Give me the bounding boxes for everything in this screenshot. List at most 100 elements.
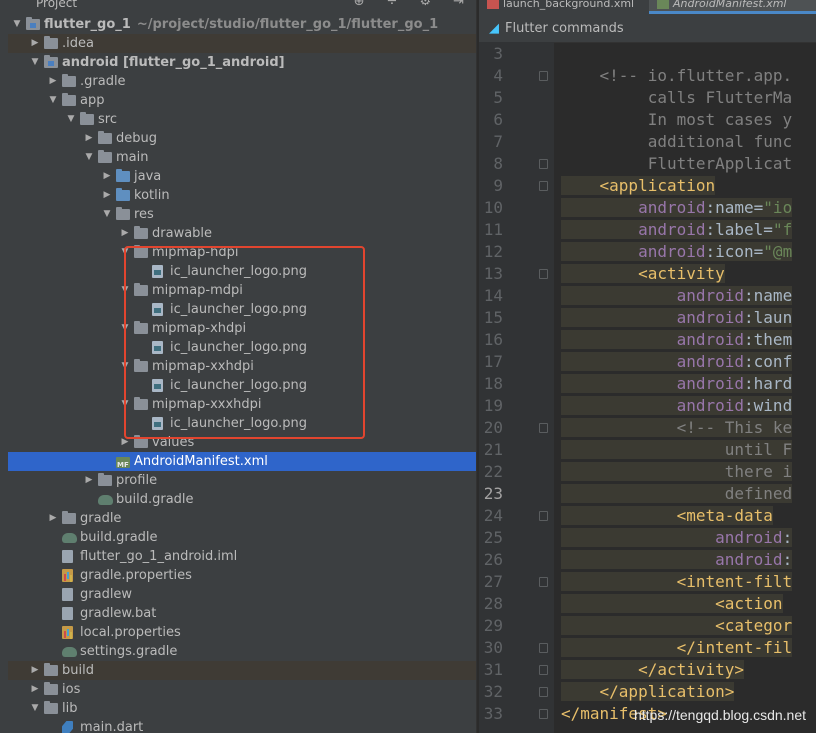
tree-file-flutter-go-1-android-iml[interactable]: flutter_go_1_android.iml [8, 547, 476, 566]
code-line[interactable]: 13 <activity [479, 263, 816, 285]
chevron-right-icon[interactable]: ▶ [48, 509, 58, 528]
chevron-right-icon[interactable]: ▶ [120, 224, 130, 243]
fold-marker-icon[interactable] [539, 181, 548, 191]
chevron-right-icon[interactable]: ▶ [84, 471, 94, 490]
chevron-right-icon[interactable]: ▶ [30, 661, 40, 680]
flutter-commands-bar[interactable]: ◢ Flutter commands [479, 14, 816, 43]
fold-marker-icon[interactable] [539, 71, 548, 81]
code-line[interactable]: 25 android: [479, 527, 816, 549]
text-file-icon [62, 607, 73, 620]
tree-folder-debug[interactable]: ▶ debug [8, 129, 476, 148]
code-line[interactable]: 31 </activity> [479, 659, 816, 681]
code-line[interactable]: 26 android: [479, 549, 816, 571]
code-line[interactable]: 19 android:wind [479, 395, 816, 417]
code-token: FlutterApplicat [561, 154, 793, 173]
code-line[interactable]: 12 android:icon="@m [479, 241, 816, 263]
fold-marker-icon[interactable] [539, 577, 548, 587]
code-line[interactable]: 4 <!-- io.flutter.app. [479, 65, 816, 87]
project-panel-title[interactable]: Project [36, 0, 77, 10]
collapse-icon[interactable]: ÷ [387, 0, 398, 9]
tree-folder-java[interactable]: ▶ java [8, 167, 476, 186]
code-line[interactable]: 23 defined [479, 483, 816, 505]
chevron-down-icon[interactable]: ▼ [30, 699, 40, 718]
fold-marker-icon[interactable] [539, 423, 548, 433]
code-line[interactable]: 28 <action [479, 593, 816, 615]
tree-folder-ios[interactable]: ▶ ios [8, 680, 476, 699]
code-line[interactable]: 21 until F [479, 439, 816, 461]
tree-folder-kotlin[interactable]: ▶ kotlin [8, 186, 476, 205]
chevron-right-icon[interactable]: ▶ [102, 167, 112, 186]
tree-folder-main[interactable]: ▼ main [8, 148, 476, 167]
fold-marker-icon[interactable] [539, 643, 548, 653]
code-line[interactable]: 3 [479, 43, 816, 65]
folder-icon [98, 473, 112, 486]
tree-folder-res[interactable]: ▼ res [8, 205, 476, 224]
tree-folder--gradle[interactable]: ▶ .gradle [8, 72, 476, 91]
fold-marker-icon[interactable] [539, 511, 548, 521]
chevron-down-icon[interactable]: ▼ [30, 53, 40, 72]
tree-folder-lib[interactable]: ▼ lib [8, 699, 476, 718]
tree-folder-app[interactable]: ▼ app [8, 91, 476, 110]
chevron-down-icon[interactable]: ▼ [84, 148, 94, 167]
tree-folder-build[interactable]: ▶ build [8, 661, 476, 680]
tree-folder-src[interactable]: ▼ src [8, 110, 476, 129]
code-line[interactable]: 14 android:name [479, 285, 816, 307]
code-line[interactable]: 8 FlutterApplicat [479, 153, 816, 175]
tab-android-manifest[interactable]: AndroidManifest.xml [649, 0, 816, 14]
code-line[interactable]: 18 android:hard [479, 373, 816, 395]
code-line[interactable]: 11 android:label="f [479, 219, 816, 241]
code-line[interactable]: 5 calls FlutterMa [479, 87, 816, 109]
tree-file-build-gradle[interactable]: build.gradle [8, 528, 476, 547]
code-token [561, 308, 677, 327]
folder-icon [44, 682, 58, 695]
tree-file-local-properties[interactable]: local.properties [8, 623, 476, 642]
fold-marker-icon[interactable] [539, 709, 548, 719]
code-line[interactable]: 17 android:conf [479, 351, 816, 373]
tree-folder--idea[interactable]: ▶ .idea [8, 34, 476, 53]
tree-folder-drawable[interactable]: ▶ drawable [8, 224, 476, 243]
code-line[interactable]: 32 </application> [479, 681, 816, 703]
fold-marker-icon[interactable] [539, 159, 548, 169]
fold-marker-icon[interactable] [539, 687, 548, 697]
chevron-right-icon[interactable]: ▶ [84, 129, 94, 148]
tab-launch-background[interactable]: launch_background.xml [479, 0, 647, 14]
chevron-down-icon[interactable]: ▼ [48, 91, 58, 110]
chevron-down-icon[interactable]: ▼ [102, 205, 112, 224]
code-token: :hard [744, 374, 793, 393]
fold-marker-icon[interactable] [539, 269, 548, 279]
chevron-down-icon[interactable]: ▼ [12, 15, 22, 34]
code-line[interactable]: 29 <categor [479, 615, 816, 637]
tree-file-androidmanifest-xml[interactable]: AndroidManifest.xml [8, 452, 476, 475]
code-line[interactable]: 24 <meta-data [479, 505, 816, 527]
tree-file-settings-gradle[interactable]: settings.gradle [8, 642, 476, 661]
code-line[interactable]: 27 <intent-filt [479, 571, 816, 593]
code-line[interactable]: 10 android:name="io [479, 197, 816, 219]
code-line[interactable]: 9 <application [479, 175, 816, 197]
code-line[interactable]: 20 <!-- This ke [479, 417, 816, 439]
tree-folder-flutter-go-1[interactable]: ▼ flutter_go_1 ~/project/studio/flutter_go… [8, 15, 476, 34]
chevron-right-icon[interactable]: ▶ [102, 186, 112, 205]
chevron-down-icon[interactable]: ▼ [66, 110, 76, 129]
code-line[interactable]: 22 there i [479, 461, 816, 483]
code-line[interactable]: 15 android:laun [479, 307, 816, 329]
code-line[interactable]: 30 </intent-fil [479, 637, 816, 659]
tree-file-gradlew-bat[interactable]: gradlew.bat [8, 604, 476, 623]
chevron-right-icon[interactable]: ▶ [30, 34, 40, 53]
tree-folder-android-flutter-go-1-android-[interactable]: ▼ android [flutter_go_1_android] [8, 53, 476, 72]
fold-marker-icon[interactable] [539, 665, 548, 675]
chevron-right-icon[interactable]: ▶ [30, 680, 40, 699]
code-line[interactable]: 16 android:them [479, 329, 816, 351]
code-line[interactable]: 6 In most cases y [479, 109, 816, 131]
tree-file-gradle-properties[interactable]: gradle.properties [8, 566, 476, 585]
tree-file-gradlew[interactable]: gradlew [8, 585, 476, 604]
code-text: calls FlutterMa [561, 87, 793, 109]
code-line[interactable]: 7 additional func [479, 131, 816, 153]
chevron-right-icon[interactable]: ▶ [48, 72, 58, 91]
tree-folder-gradle[interactable]: ▶ gradle [8, 509, 476, 528]
locate-icon[interactable]: ⊕ [354, 0, 365, 9]
tree-file-build-gradle[interactable]: build.gradle [8, 490, 476, 509]
tree-file-main-dart[interactable]: main.dart [8, 718, 476, 733]
hide-icon[interactable]: ⇥ [453, 0, 464, 9]
gear-icon[interactable]: ⚙ [419, 0, 431, 9]
tree-folder-profile[interactable]: ▶ profile [8, 471, 476, 490]
